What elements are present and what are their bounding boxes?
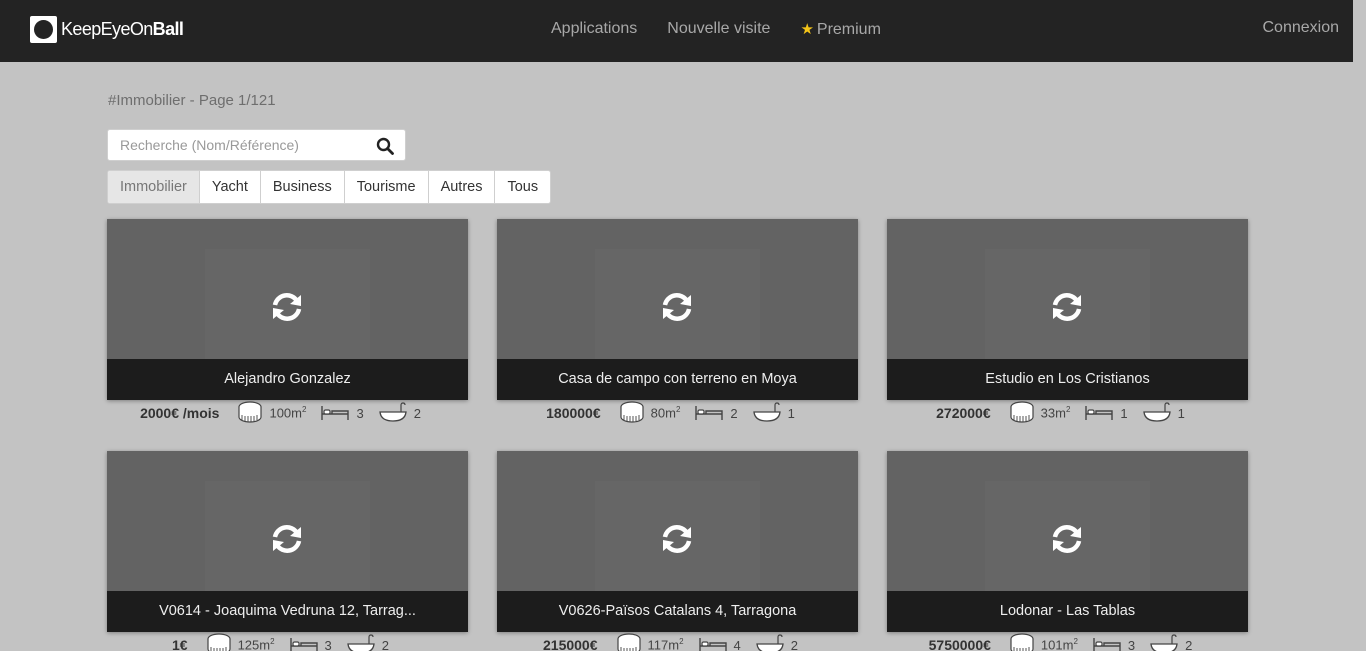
listing-area: 33m2 — [1040, 405, 1071, 421]
listing-price: 2000€ /mois — [140, 405, 220, 421]
listing-area: 101m2 — [1040, 637, 1078, 651]
listing-card[interactable]: Alejandro Gonzalez — [107, 219, 468, 400]
search-input[interactable] — [108, 130, 368, 160]
login-link[interactable]: Connexion — [1263, 19, 1340, 37]
listing-details: 272000€ 33m2 1 1 — [887, 400, 1248, 427]
listing-price: 180000€ — [546, 405, 601, 421]
listing-card[interactable]: Lodonar - Las Tablas — [887, 451, 1248, 632]
brand-logo-link[interactable]: KeepEyeOnBall — [30, 16, 184, 43]
listing-beds: 2 — [730, 405, 738, 421]
bed-icon — [289, 634, 325, 651]
refresh-icon — [1050, 292, 1084, 322]
page-title: #Immobilier - Page 1/121 — [108, 92, 276, 109]
tape-measure-icon — [206, 632, 238, 651]
tape-measure-icon — [237, 400, 269, 427]
listing-image[interactable] — [887, 451, 1248, 591]
listing-card[interactable]: Estudio en Los Cristianos — [887, 219, 1248, 400]
listing-beds: 3 — [1127, 637, 1136, 651]
listing-price: 5750000€ — [928, 637, 991, 651]
bed-icon — [320, 402, 356, 425]
tape-measure-icon — [616, 632, 648, 651]
nav-links: Applications Nouvelle visite ★ Premium — [551, 20, 881, 39]
listing-card[interactable]: V0626-Països Catalans 4, Tarragona — [497, 451, 858, 632]
tab-tous[interactable]: Tous — [495, 171, 550, 203]
listing-beds: 4 — [733, 637, 741, 651]
listing-baths: 1 — [1177, 405, 1185, 421]
scrollbar-gutter — [1353, 0, 1366, 651]
tab-autres[interactable]: Autres — [429, 171, 496, 203]
brand-name: KeepEyeOnBall — [61, 19, 184, 39]
tab-yacht[interactable]: Yacht — [200, 171, 261, 203]
bed-icon — [1092, 634, 1128, 651]
listing-baths: 1 — [787, 405, 795, 421]
listing-image[interactable] — [497, 451, 858, 591]
category-tabs: Immobilier Yacht Business Tourisme Autre… — [107, 170, 552, 204]
bathtub-icon — [752, 401, 788, 426]
listing-title[interactable]: Lodonar - Las Tablas — [887, 591, 1248, 632]
listing-baths: 2 — [790, 637, 798, 651]
listing-image[interactable] — [497, 219, 858, 359]
listing-area: 117m2 — [647, 637, 684, 651]
refresh-icon — [660, 524, 694, 554]
refresh-icon — [270, 292, 304, 322]
listing-card[interactable]: Casa de campo con terreno en Moya — [497, 219, 858, 400]
listing-area: 80m2 — [650, 405, 681, 421]
nav-nouvelle-visite[interactable]: Nouvelle visite — [667, 20, 770, 39]
listing-title[interactable]: V0614 - Joaquima Vedruna 12, Tarrag... — [107, 591, 468, 632]
tape-measure-icon — [1009, 400, 1041, 427]
bathtub-icon — [1149, 633, 1185, 651]
listing-image[interactable] — [107, 219, 468, 359]
refresh-icon — [660, 292, 694, 322]
logo-icon — [30, 16, 57, 43]
listing-baths: 2 — [413, 405, 421, 421]
listing-beds: 3 — [356, 405, 364, 421]
nav-premium[interactable]: ★ Premium — [800, 20, 880, 39]
bed-icon — [694, 402, 730, 425]
nav-applications[interactable]: Applications — [551, 20, 637, 39]
tab-business[interactable]: Business — [261, 171, 345, 203]
tab-tourisme[interactable]: Tourisme — [345, 171, 429, 203]
listing-details: 5750000€ 101m2 3 2 — [887, 632, 1248, 651]
tape-measure-icon — [619, 400, 651, 427]
nav-premium-label: Premium — [816, 21, 881, 38]
bed-icon — [698, 634, 734, 651]
refresh-icon — [270, 524, 304, 554]
listing-beds: 3 — [324, 637, 332, 651]
listing-title[interactable]: Alejandro Gonzalez — [107, 359, 468, 400]
listing-area: 100m2 — [269, 405, 307, 421]
tab-immobilier[interactable]: Immobilier — [108, 171, 200, 203]
refresh-icon — [1050, 524, 1084, 554]
bathtub-icon — [378, 401, 414, 426]
listing-price: 1€ — [171, 637, 188, 651]
listing-beds: 1 — [1120, 405, 1128, 421]
listing-title[interactable]: Estudio en Los Cristianos — [887, 359, 1248, 400]
tape-measure-icon — [1009, 632, 1041, 651]
star-icon: ★ — [800, 21, 814, 38]
listing-title[interactable]: V0626-Països Catalans 4, Tarragona — [497, 591, 858, 632]
listing-image[interactable] — [107, 451, 468, 591]
listing-details: 2000€ /mois 100m2 3 2 — [107, 400, 468, 427]
bathtub-icon — [346, 633, 382, 651]
listing-area: 125m2 — [237, 637, 275, 651]
search-icon[interactable] — [376, 137, 394, 155]
bathtub-icon — [1142, 401, 1178, 426]
listing-baths: 2 — [1185, 637, 1193, 651]
listing-title[interactable]: Casa de campo con terreno en Moya — [497, 359, 858, 400]
navbar: KeepEyeOnBall Applications Nouvelle visi… — [0, 0, 1353, 62]
listing-details: 180000€ 80m2 2 1 — [497, 400, 858, 427]
listing-details: 215000€ 117m2 4 2 — [497, 632, 858, 651]
bathtub-icon — [755, 633, 791, 651]
listing-price: 215000€ — [543, 637, 598, 651]
search-box — [107, 129, 406, 161]
listing-baths: 2 — [381, 637, 390, 651]
listing-price: 272000€ — [936, 405, 991, 421]
listing-details: 1€ 125m2 3 2 — [107, 632, 468, 651]
bed-icon — [1084, 402, 1120, 425]
listing-image[interactable] — [887, 219, 1248, 359]
listing-card[interactable]: V0614 - Joaquima Vedruna 12, Tarrag... — [107, 451, 468, 632]
